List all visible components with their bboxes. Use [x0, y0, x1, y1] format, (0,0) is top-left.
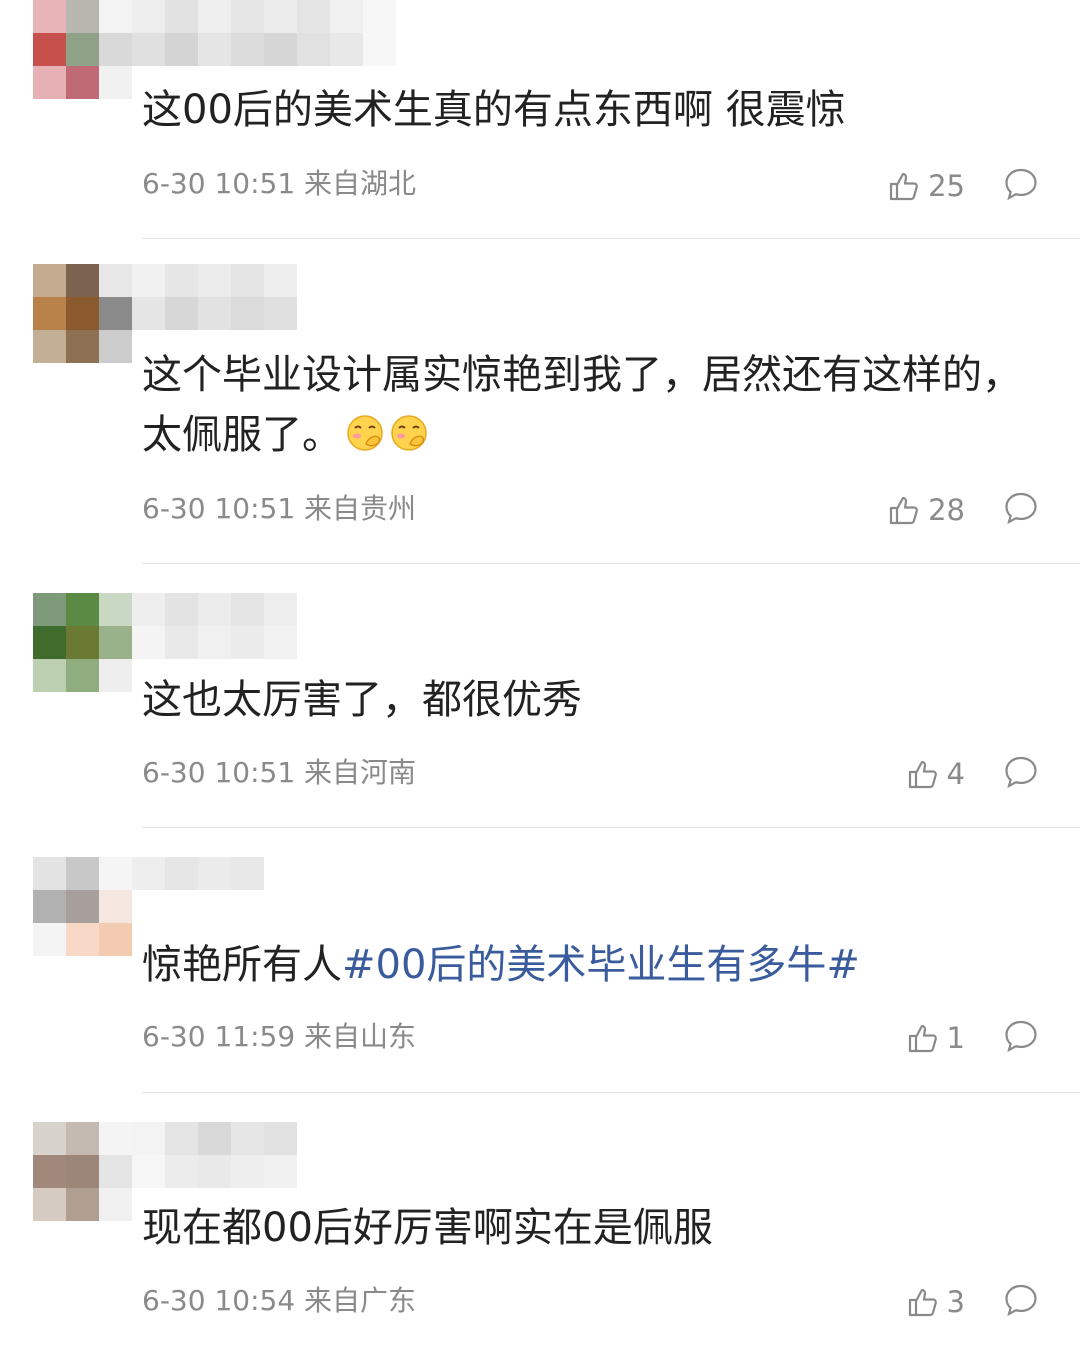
like-count: 4	[946, 757, 965, 791]
like-button[interactable]: 3	[907, 1282, 965, 1322]
thumbs-up-icon	[889, 496, 919, 525]
comment-text: 这00后的美术生真的有点东西啊 很震惊	[142, 87, 846, 133]
thumbs-up-icon	[908, 1288, 937, 1317]
like-button[interactable]: 28	[888, 490, 965, 530]
username-pixelated[interactable]	[132, 1122, 396, 1188]
avatar[interactable]	[33, 264, 132, 363]
avatar[interactable]	[33, 593, 132, 692]
comment-time: 6-30 10:51	[142, 492, 296, 525]
comment-meta: 6-30 10:54 来自广东	[142, 1281, 416, 1321]
username-pixelated[interactable]	[132, 264, 396, 330]
username-pixelated[interactable]	[132, 0, 396, 66]
comment-meta: 6-30 11:59 来自山东	[142, 1017, 416, 1057]
like-button[interactable]: 4	[907, 754, 965, 794]
like-button[interactable]: 25	[888, 166, 965, 206]
username-pixelated[interactable]	[132, 857, 396, 923]
comment-meta: 6-30 10:51 来自河南	[142, 753, 416, 793]
comment-location: 来自河南	[304, 756, 417, 789]
comment-meta: 6-30 10:51 来自湖北	[142, 164, 416, 204]
comment-text: 惊艳所有人#00后的美术毕业生有多牛#	[142, 942, 860, 988]
thumbs-up-icon	[889, 172, 919, 201]
hashtag-link[interactable]: #00后的美术毕业生有多牛#	[342, 942, 860, 988]
comment-location: 来自山东	[304, 1020, 417, 1053]
comment-bubble-icon[interactable]	[1003, 490, 1039, 526]
divider	[142, 563, 1080, 564]
comment-bubble-icon[interactable]	[1003, 1018, 1039, 1054]
thumbs-up-icon	[908, 760, 937, 789]
comment-location: 来自广东	[304, 1284, 417, 1317]
like-button[interactable]: 1	[907, 1018, 965, 1058]
like-count: 1	[946, 1021, 965, 1055]
divider	[142, 827, 1080, 828]
username-pixelated[interactable]	[132, 593, 396, 659]
thumbs-up-icon	[908, 1024, 937, 1053]
like-count: 28	[928, 493, 965, 527]
comment-meta: 6-30 10:51 来自贵州	[142, 489, 416, 529]
comment-time: 6-30 10:54	[142, 1284, 296, 1317]
like-count: 25	[928, 169, 965, 203]
comment-time: 6-30 10:51	[142, 756, 296, 789]
comment-text: 现在都00后好厉害啊实在是佩服	[142, 1205, 713, 1251]
avatar[interactable]	[33, 857, 132, 956]
hand-over-face-emoji-icon	[391, 415, 427, 451]
comment-bubble-icon[interactable]	[1003, 1282, 1039, 1318]
comment-time: 6-30 11:59	[142, 1020, 296, 1053]
avatar[interactable]	[33, 0, 132, 99]
comment-bubble-icon[interactable]	[1003, 166, 1039, 202]
comment-text: 这也太厉害了，都很优秀	[142, 677, 582, 723]
comment-location: 来自贵州	[304, 492, 417, 525]
comment-location: 来自湖北	[304, 167, 417, 200]
divider	[142, 1092, 1080, 1093]
comment-text: 这个毕业设计属实惊艳到我了，居然还有这样的，太佩服了。	[142, 352, 1022, 458]
hand-over-face-emoji-icon	[347, 415, 383, 451]
like-count: 3	[946, 1285, 965, 1319]
comment-bubble-icon[interactable]	[1003, 754, 1039, 790]
comment-time: 6-30 10:51	[142, 167, 296, 200]
avatar[interactable]	[33, 1122, 132, 1221]
divider	[142, 238, 1080, 239]
